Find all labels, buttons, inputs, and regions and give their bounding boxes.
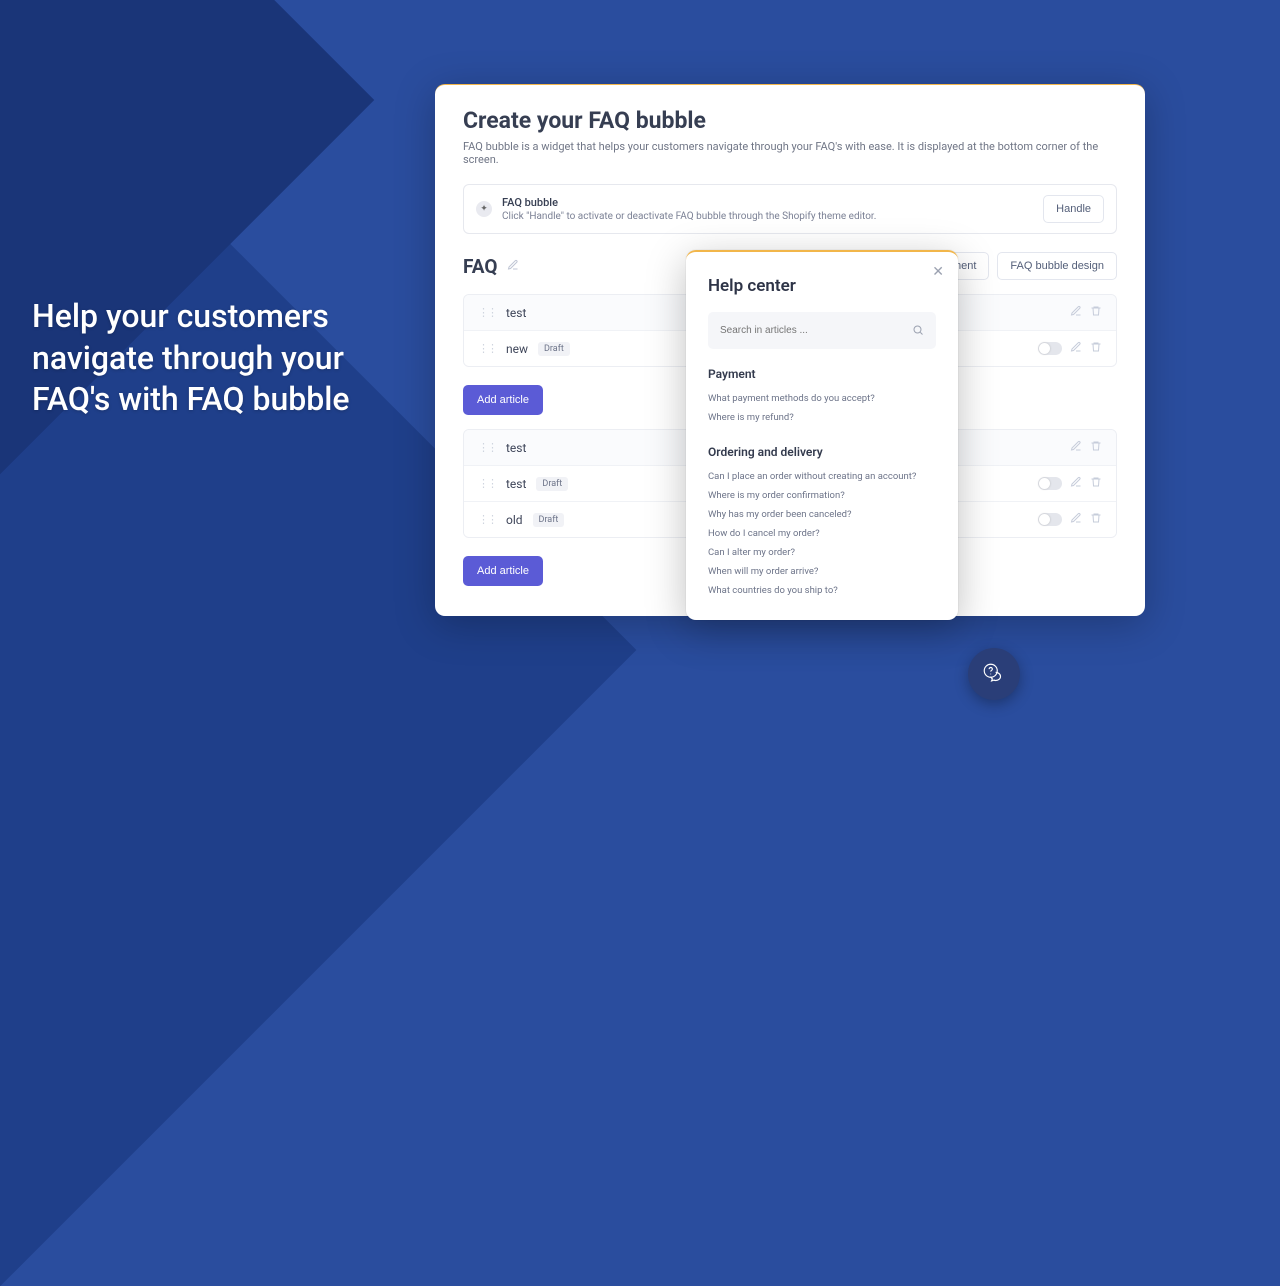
- chat-help-icon: [981, 661, 1007, 687]
- help-question[interactable]: Where is my order confirmation?: [708, 486, 936, 505]
- edit-icon[interactable]: [1070, 305, 1082, 320]
- help-question[interactable]: Where is my refund?: [708, 408, 936, 427]
- group-title: test: [506, 306, 526, 320]
- help-search[interactable]: [708, 312, 936, 349]
- help-question[interactable]: What payment methods do you accept?: [708, 389, 936, 408]
- marketing-tagline: Help your customers navigate through you…: [32, 296, 412, 421]
- help-question[interactable]: When will my order arrive?: [708, 562, 936, 581]
- drag-handle-icon[interactable]: ⋮⋮: [478, 477, 496, 490]
- edit-icon[interactable]: [1070, 512, 1082, 527]
- category-title: Payment: [708, 367, 936, 381]
- publish-toggle[interactable]: [1038, 342, 1062, 355]
- edit-icon[interactable]: [1070, 341, 1082, 356]
- search-icon: [912, 321, 924, 340]
- group-title: test: [506, 441, 526, 455]
- help-question[interactable]: How do I cancel my order?: [708, 524, 936, 543]
- publish-toggle[interactable]: [1038, 477, 1062, 490]
- help-question[interactable]: Why has my order been canceled?: [708, 505, 936, 524]
- section-title: FAQ: [463, 255, 497, 278]
- article-title: new: [506, 342, 528, 356]
- category-title: Ordering and delivery: [708, 445, 936, 459]
- handle-button[interactable]: Handle: [1043, 195, 1104, 223]
- drag-handle-icon[interactable]: ⋮⋮: [478, 441, 496, 454]
- help-question[interactable]: Can I place an order without creating an…: [708, 467, 936, 486]
- help-question[interactable]: What countries do you ship to?: [708, 581, 936, 600]
- info-icon: ✦: [476, 201, 492, 217]
- trash-icon[interactable]: [1090, 512, 1102, 527]
- help-center-panel: ✕ Help center Payment What payment metho…: [686, 250, 958, 620]
- article-title: test: [506, 477, 526, 491]
- publish-toggle[interactable]: [1038, 513, 1062, 526]
- drag-handle-icon[interactable]: ⋮⋮: [478, 513, 496, 526]
- edit-section-icon[interactable]: [507, 259, 519, 274]
- help-title: Help center: [708, 276, 936, 296]
- trash-icon[interactable]: [1090, 341, 1102, 356]
- help-category: Ordering and delivery Can I place an ord…: [708, 445, 936, 600]
- panel-description: FAQ bubble is a widget that helps your c…: [463, 140, 1117, 166]
- drag-handle-icon[interactable]: ⋮⋮: [478, 342, 496, 355]
- draft-badge: Draft: [536, 477, 568, 491]
- search-input[interactable]: [720, 325, 912, 336]
- edit-icon[interactable]: [1070, 476, 1082, 491]
- draft-badge: Draft: [538, 342, 570, 356]
- article-title: old: [506, 513, 523, 527]
- help-category: Payment What payment methods do you acce…: [708, 367, 936, 427]
- close-icon[interactable]: ✕: [932, 264, 944, 280]
- trash-icon[interactable]: [1090, 440, 1102, 455]
- trash-icon[interactable]: [1090, 476, 1102, 491]
- draft-badge: Draft: [533, 513, 565, 527]
- help-question[interactable]: Can I alter my order?: [708, 543, 936, 562]
- add-article-button[interactable]: Add article: [463, 556, 543, 586]
- panel-title: Create your FAQ bubble: [463, 107, 1117, 134]
- info-banner: ✦ FAQ bubble Click "Handle" to activate …: [463, 184, 1117, 234]
- design-button[interactable]: FAQ bubble design: [997, 252, 1117, 280]
- banner-subtitle: Click "Handle" to activate or deactivate…: [502, 211, 876, 222]
- drag-handle-icon[interactable]: ⋮⋮: [478, 306, 496, 319]
- banner-title: FAQ bubble: [502, 196, 876, 209]
- edit-icon[interactable]: [1070, 440, 1082, 455]
- chat-fab-button[interactable]: [968, 648, 1020, 700]
- add-article-button[interactable]: Add article: [463, 385, 543, 415]
- trash-icon[interactable]: [1090, 305, 1102, 320]
